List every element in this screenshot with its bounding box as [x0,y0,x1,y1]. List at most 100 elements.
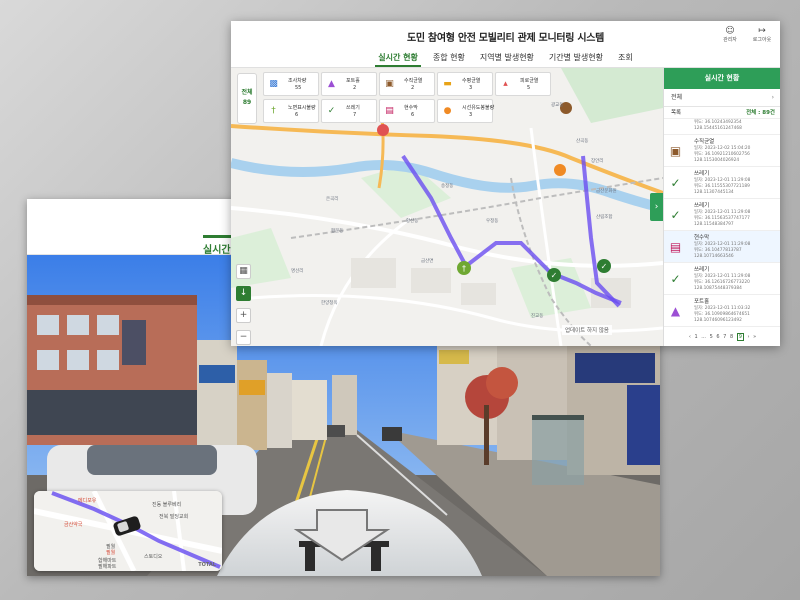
filter-card-trash[interactable]: ✓ 쓰레기 7 [321,99,377,123]
tab-realtime[interactable]: 실시간 현황 [375,50,421,67]
filter-card-banner[interactable]: ▤ 현수막 6 [379,99,435,123]
map-marker-road-marking[interactable]: † [457,261,471,275]
event-list-item[interactable]: ▤ 현수막 일자: 2023-12-01 11:29:08 위도: 36.104… [664,231,780,263]
event-type: 현수막 [694,235,710,241]
event-lng: 128.15445161247468 [694,126,742,131]
map-label: 황산동 [406,219,419,224]
app-title: 도민 참여형 안전 모빌리티 관제 모니터링 시스템 [406,33,605,44]
event-lng: 128.10714663546 [694,254,734,259]
user-icon: ☺ [725,26,735,36]
filter-card-survey-vehicle[interactable]: ▩ 조사차량 55 [263,72,319,96]
tab-search[interactable]: 조회 [615,50,636,67]
update-status-text: 업데이트 하지 않음 [562,325,612,335]
event-list-item[interactable]: ▣ 수직균열 일자: 2023-12-02 15:04:20 위도: 36.10… [664,135,780,167]
road-marking-icon: † [271,106,276,116]
event-list-item[interactable]: 위도: 36.10243492354 128.15445161247468 [664,119,780,135]
event-list-header: 목록 전체 : 89건 [664,107,780,119]
monitoring-app-window: 도민 참여형 안전 모빌리티 관제 모니터링 시스템 ☺ 관리자 ↦ 로그아웃 … [231,21,780,346]
map-area[interactable]: † ✓ ✓ 은곡리 송정동 명선리 황산동 우정동 한양청옥 금산면 진교동 장… [231,68,663,346]
pagination-page[interactable]: 8 [730,334,733,340]
mini-map[interactable]: 메디포유 금산약국 필월 필월 합해마트 진동 블루베리 전북 빌딩교회 필해파… [34,491,222,571]
panel-toggle-chevron-icon[interactable]: › [650,193,663,221]
filter-card-label: 수평균열 [462,78,481,84]
pagination-page[interactable]: 6 [716,334,719,340]
banner-icon: ▤ [385,106,394,116]
filter-card-horizontal-crack[interactable]: ▬ 수평균열 3 [437,72,493,96]
admin-button-label: 관리자 [723,37,737,43]
filter-total-button[interactable]: 전체 89 [237,73,257,124]
filter-card-count: 3 [469,112,473,118]
filter-total-count: 89 [242,99,252,106]
filter-card-label: 조사차량 [288,78,307,84]
filter-card-label: 쓰레기 [346,105,360,111]
vertical-crack-icon: ▣ [669,143,682,158]
map-label: 송정동 [441,184,454,189]
filter-card-count: 5 [527,85,531,91]
mini-map-label: 전북 빌딩교회 [159,514,189,520]
car-icon: ▩ [269,79,278,89]
map-marker-crack[interactable] [554,164,566,176]
tab-by-period[interactable]: 기간별 발생현황 [546,50,606,67]
filter-card-count: 2 [411,85,415,91]
download-icon[interactable]: ↓ [236,286,251,301]
mini-map-label: 스토디오 [144,554,163,560]
pagination-ellipsis: ... [701,334,706,340]
zoom-out-icon[interactable]: − [236,330,251,345]
filter-card-label: 시선유도봉불량 [462,105,495,111]
trash-icon: ✓ [670,207,681,222]
event-list-item[interactable]: ✓ 쓰레기 일자: 2023-12-01 11:29:08 위도: 36.126… [664,263,780,295]
realtime-side-panel: 실시간 현황 전체 › 목록 전체 : 89건 위도: 36.102434923… [663,68,780,346]
filter-card-count: 6 [411,112,415,118]
filter-card-count: 7 [353,112,357,118]
filter-card-delineator[interactable]: ● 시선유도봉불량 3 [437,99,495,123]
event-list-item[interactable]: ▲ 포트홀 일자: 2023-12-01 11:03:32 위도: 36.109… [664,295,780,327]
filter-card-label: 현수막 [404,105,418,111]
mini-map-label: 진동 블루베리 [152,502,182,508]
chevron-right-icon: › [771,94,774,101]
logout-icon: ↦ [758,26,766,36]
app-header: 도민 참여형 안전 모빌리티 관제 모니터링 시스템 ☺ 관리자 ↦ 로그아웃 [231,21,780,48]
pagination-prev[interactable]: ‹ [689,334,691,340]
event-type: 쓰레기 [694,171,710,177]
map-label: 평문동 [331,229,344,234]
vertical-crack-icon: ▣ [385,79,394,89]
pagination-page[interactable]: 1 [694,334,697,340]
trash-icon: ✓ [670,175,681,190]
filter-card-road-marking[interactable]: † 노면표시불량 6 [263,99,319,123]
pagination-current-page[interactable]: 9 [736,333,744,341]
map-label: 우정동 [486,219,499,224]
logout-button[interactable]: ↦ 로그아웃 [746,26,778,43]
event-type: 쓰레기 [694,203,710,209]
pothole-icon: ▲ [670,303,681,318]
zoom-in-icon[interactable]: + [236,308,251,323]
map-label: 금산문화원 [596,189,617,194]
filter-card-pothole[interactable]: ▲ 포트홀 2 [321,72,377,96]
event-list-item[interactable]: ✓ 쓰레기 일자: 2023-12-01 11:29:08 위도: 36.115… [664,167,780,199]
map-label: 한양청옥 [321,301,338,306]
map-marker-trash[interactable]: ✓ [597,259,611,273]
filter-card-fatigue-crack[interactable]: ▴ 피로균열 5 [495,72,551,96]
admin-button[interactable]: ☺ 관리자 [714,26,746,43]
event-list-item[interactable]: ✓ 쓰레기 일자: 2023-12-01 11:29:08 위도: 36.115… [664,199,780,231]
pagination-last[interactable]: » [753,334,756,340]
filter-card-label: 피로균열 [520,78,539,84]
side-panel-filter-select[interactable]: 전체 › [664,89,780,107]
layer-icon[interactable]: ▦ [236,264,251,279]
event-type: 포트홀 [694,299,710,305]
map-marker-trash[interactable]: ✓ [547,268,561,282]
pagination-page[interactable]: 5 [710,334,713,340]
mini-map-brand: TOTAL [198,562,216,568]
pothole-icon: ▲ [328,79,335,89]
filter-card-vertical-crack[interactable]: ▣ 수직균열 2 [379,72,435,96]
map-marker-delineator[interactable] [377,124,389,136]
tab-by-region[interactable]: 지역별 발생현황 [477,50,537,67]
delineator-icon: ● [443,106,452,116]
filter-card-count: 2 [353,85,357,91]
event-list[interactable]: 위도: 36.10243492354 128.15445161247468 ▣ … [664,119,780,329]
pagination-next[interactable]: › [748,334,750,340]
map-label: 진교동 [531,314,544,319]
tab-overview[interactable]: 종합 현황 [430,50,468,67]
pagination-page[interactable]: 7 [723,334,726,340]
side-filter-value: 전체 [671,94,683,101]
filter-card-label: 노면표시불량 [288,105,316,111]
